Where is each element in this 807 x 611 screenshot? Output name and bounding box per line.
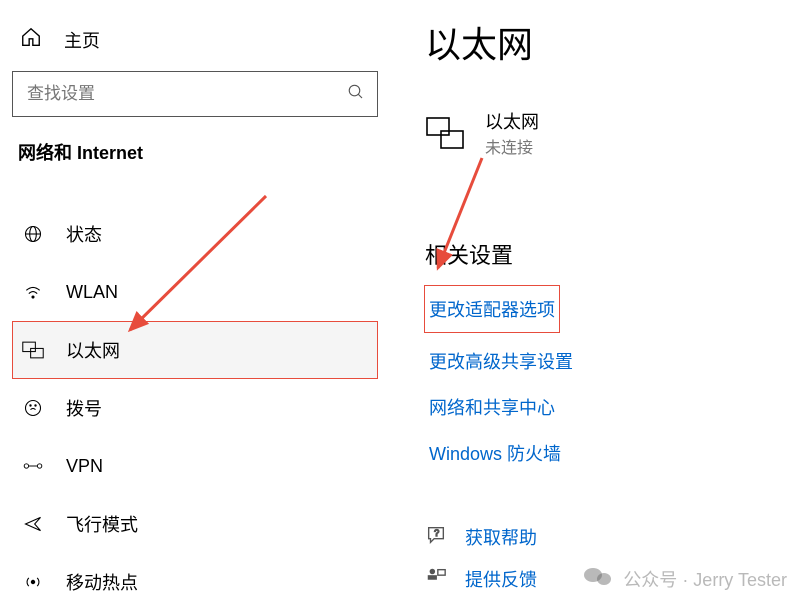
ethernet-icon xyxy=(22,340,44,360)
ethernet-status-row[interactable]: 以太网 未连接 xyxy=(425,108,795,158)
home-icon xyxy=(20,26,42,53)
home-label: 主页 xyxy=(64,27,100,53)
search-box[interactable] xyxy=(12,71,378,117)
dialup-icon xyxy=(22,398,44,418)
sidebar-item-ethernet[interactable]: 以太网 xyxy=(12,321,378,379)
sidebar-item-label: VPN xyxy=(66,456,103,477)
link-feedback[interactable]: 提供反馈 xyxy=(465,566,537,592)
related-settings-header: 相关设置 xyxy=(425,238,795,270)
feedback-icon xyxy=(425,566,447,593)
ethernet-status-state: 未连接 xyxy=(485,134,539,158)
settings-sidebar: 主页 网络和 Internet 状态 WLAN xyxy=(0,0,390,611)
sidebar-item-label: 移动热点 xyxy=(66,569,138,595)
link-adapter-options[interactable]: 更改适配器选项 xyxy=(425,286,559,332)
vpn-icon xyxy=(22,456,44,476)
section-header: 网络和 Internet xyxy=(12,139,378,165)
sidebar-item-label: 状态 xyxy=(66,221,102,247)
sidebar-item-label: 拨号 xyxy=(66,395,102,421)
hotspot-icon xyxy=(22,572,44,592)
sidebar-item-status[interactable]: 状态 xyxy=(12,205,378,263)
link-network-center[interactable]: 网络和共享中心 xyxy=(425,384,795,430)
sidebar-item-label: 以太网 xyxy=(66,337,120,363)
sidebar-item-vpn[interactable]: VPN xyxy=(12,437,378,495)
link-advanced-sharing[interactable]: 更改高级共享设置 xyxy=(425,338,795,384)
sidebar-item-airplane[interactable]: 飞行模式 xyxy=(12,495,378,553)
page-title: 以太网 xyxy=(425,16,795,68)
get-help-row[interactable]: ? 获取帮助 xyxy=(425,516,795,558)
search-icon xyxy=(347,83,365,106)
sidebar-item-hotspot[interactable]: 移动热点 xyxy=(12,553,378,611)
ethernet-status-text: 以太网 未连接 xyxy=(485,108,539,158)
sidebar-item-wlan[interactable]: WLAN xyxy=(12,263,378,321)
globe-icon xyxy=(22,224,44,244)
link-get-help[interactable]: 获取帮助 xyxy=(465,524,537,550)
link-firewall[interactable]: Windows 防火墙 xyxy=(425,430,795,476)
search-input[interactable] xyxy=(25,83,347,105)
wechat-icon xyxy=(583,565,613,593)
watermark: 公众号 · Jerry Tester xyxy=(583,565,787,593)
ethernet-status-icon xyxy=(425,115,465,151)
watermark-text: 公众号 · Jerry Tester xyxy=(623,566,787,592)
airplane-icon xyxy=(22,514,44,534)
ethernet-status-name: 以太网 xyxy=(485,108,539,134)
help-icon: ? xyxy=(425,524,447,551)
sidebar-item-label: 飞行模式 xyxy=(66,511,138,537)
wifi-icon xyxy=(22,282,44,302)
sidebar-item-label: WLAN xyxy=(66,282,118,303)
settings-content: 以太网 以太网 未连接 相关设置 更改适配器选项 更改高级共享设置 网络和共享中… xyxy=(425,0,795,611)
sidebar-item-dialup[interactable]: 拨号 xyxy=(12,379,378,437)
svg-text:?: ? xyxy=(434,527,439,537)
home-button[interactable]: 主页 xyxy=(12,20,378,71)
